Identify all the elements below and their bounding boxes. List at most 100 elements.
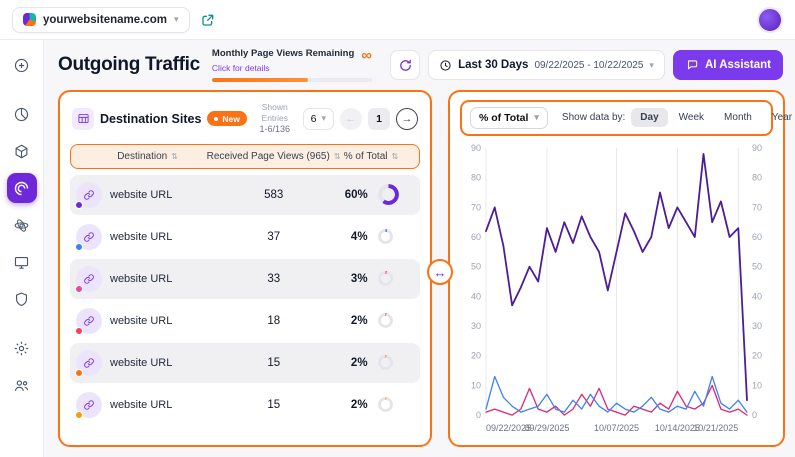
row-percent: 4% bbox=[351, 231, 368, 243]
outgoing-traffic-icon[interactable] bbox=[7, 173, 37, 203]
table-row[interactable]: website URL 583 60% bbox=[70, 175, 420, 215]
svg-text:10: 10 bbox=[471, 380, 481, 390]
domain-select[interactable]: yourwebsitename.com ▾ bbox=[12, 7, 190, 33]
site-favicon-icon bbox=[23, 13, 36, 26]
panel-resize-button[interactable]: ↔ bbox=[427, 259, 453, 285]
row-views: 33 bbox=[218, 273, 330, 285]
refresh-icon bbox=[398, 58, 413, 73]
svg-text:40: 40 bbox=[471, 291, 481, 301]
svg-text:60: 60 bbox=[752, 232, 762, 242]
granularity-year-button[interactable]: Year bbox=[763, 108, 795, 127]
table-row[interactable]: website URL 18 2% bbox=[70, 301, 420, 341]
chat-icon bbox=[685, 58, 699, 72]
monthly-page-views-label: Monthly Page Views Remaining bbox=[212, 49, 354, 60]
svg-text:20: 20 bbox=[471, 351, 481, 361]
apps-icon[interactable] bbox=[7, 136, 37, 166]
compass-plus-icon[interactable] bbox=[7, 50, 37, 80]
new-badge: New bbox=[207, 111, 246, 126]
series-color-dot bbox=[75, 369, 83, 377]
table-row[interactable]: website URL 15 2% bbox=[70, 343, 420, 383]
refresh-button[interactable] bbox=[390, 50, 420, 80]
svg-text:70: 70 bbox=[471, 202, 481, 212]
granularity-day-button[interactable]: Day bbox=[631, 108, 667, 127]
security-shield-icon[interactable] bbox=[7, 284, 37, 314]
granularity-group: DayWeekMonthYear bbox=[631, 108, 795, 127]
column-destination[interactable]: Destination ⇅ bbox=[77, 151, 218, 162]
analytics-icon[interactable] bbox=[7, 99, 37, 129]
ai-assistant-label: AI Assistant bbox=[705, 59, 771, 71]
table-rows: website URL 583 60% website URL 37 4% bbox=[70, 175, 420, 425]
svg-text:80: 80 bbox=[752, 173, 762, 183]
svg-text:80: 80 bbox=[471, 173, 481, 183]
link-icon bbox=[76, 350, 102, 376]
row-views: 15 bbox=[218, 357, 330, 369]
column-received-page-views[interactable]: Received Page Views (965) ⇅ bbox=[218, 151, 329, 162]
monthly-progress-fill bbox=[212, 78, 308, 82]
svg-text:09/29/2025: 09/29/2025 bbox=[524, 423, 569, 433]
chevron-down-icon: ▾ bbox=[649, 61, 654, 70]
display-icon[interactable] bbox=[7, 247, 37, 277]
link-icon bbox=[76, 392, 102, 418]
chevron-down-icon: ▾ bbox=[534, 113, 539, 122]
panels-area: Destination Sites New Shown Entries 1-6/… bbox=[44, 88, 795, 457]
prev-page-button[interactable]: ← bbox=[340, 108, 362, 130]
ai-assistant-button[interactable]: AI Assistant bbox=[673, 50, 783, 80]
infinity-value: ∞ bbox=[361, 49, 372, 63]
row-donut bbox=[378, 355, 393, 370]
row-destination: website URL bbox=[110, 189, 172, 201]
table-row[interactable]: website URL 33 3% bbox=[70, 259, 420, 299]
shown-entries: Shown Entries 1-6/136 bbox=[253, 102, 297, 136]
row-destination: website URL bbox=[110, 399, 172, 411]
link-icon bbox=[76, 266, 102, 292]
next-page-button[interactable]: → bbox=[396, 108, 418, 130]
table-row[interactable]: website URL 15 2% bbox=[70, 385, 420, 425]
row-donut bbox=[378, 271, 393, 286]
domain-name: yourwebsitename.com bbox=[43, 14, 167, 26]
click-for-details-link[interactable]: Click for details bbox=[212, 63, 270, 73]
column-percent-of-total[interactable]: % of Total ⇅ bbox=[329, 151, 413, 162]
chart-area: 09/22/202509/29/202510/07/202510/14/2025… bbox=[460, 140, 773, 437]
row-destination: website URL bbox=[110, 357, 172, 369]
granularity-month-button[interactable]: Month bbox=[715, 108, 761, 127]
svg-text:50: 50 bbox=[471, 262, 481, 272]
chart-controls: % of Total ▾ Show data by: DayWeekMonthY… bbox=[460, 100, 773, 136]
page-size-value: 6 bbox=[311, 113, 317, 125]
traffic-line-chart: 09/22/202509/29/202510/07/202510/14/2025… bbox=[460, 140, 773, 437]
row-percent: 2% bbox=[351, 357, 368, 369]
series-color-dot bbox=[75, 201, 83, 209]
table-row[interactable]: website URL 37 4% bbox=[70, 217, 420, 257]
current-page-indicator[interactable]: 1 bbox=[368, 108, 390, 130]
row-donut bbox=[378, 184, 399, 205]
metric-select[interactable]: % of Total ▾ bbox=[470, 107, 548, 129]
series-color-dot bbox=[75, 285, 83, 293]
user-avatar[interactable] bbox=[757, 7, 783, 33]
sort-icon: ⇅ bbox=[171, 152, 178, 161]
integrations-icon[interactable] bbox=[7, 210, 37, 240]
settings-gear-icon[interactable] bbox=[7, 333, 37, 363]
row-donut bbox=[378, 229, 393, 244]
svg-text:0: 0 bbox=[476, 410, 481, 420]
svg-text:30: 30 bbox=[752, 321, 762, 331]
metric-select-value: % of Total bbox=[479, 112, 528, 124]
svg-text:60: 60 bbox=[471, 232, 481, 242]
sidebar bbox=[0, 40, 44, 457]
range-dates: 09/22/2025 - 10/22/2025 bbox=[534, 60, 643, 71]
show-data-by-label: Show data by: bbox=[562, 112, 625, 123]
open-site-button[interactable] bbox=[200, 12, 216, 28]
granularity-week-button[interactable]: Week bbox=[670, 108, 713, 127]
link-icon bbox=[76, 182, 102, 208]
svg-text:40: 40 bbox=[752, 291, 762, 301]
page-size-select[interactable]: 6 ▾ bbox=[303, 108, 334, 130]
svg-text:90: 90 bbox=[471, 143, 481, 153]
row-percent: 2% bbox=[351, 315, 368, 327]
svg-text:30: 30 bbox=[471, 321, 481, 331]
row-destination: website URL bbox=[110, 231, 172, 243]
topbar: yourwebsitename.com ▾ bbox=[0, 0, 795, 40]
row-views: 15 bbox=[218, 399, 330, 411]
monthly-page-views-widget: Monthly Page Views Remaining Click for d… bbox=[212, 49, 372, 82]
date-range-selector[interactable]: Last 30 Days 09/22/2025 - 10/22/2025 ▾ bbox=[428, 50, 665, 80]
row-donut bbox=[378, 313, 393, 328]
series-color-dot bbox=[75, 327, 83, 335]
members-icon[interactable] bbox=[7, 370, 37, 400]
table-icon bbox=[72, 108, 94, 130]
